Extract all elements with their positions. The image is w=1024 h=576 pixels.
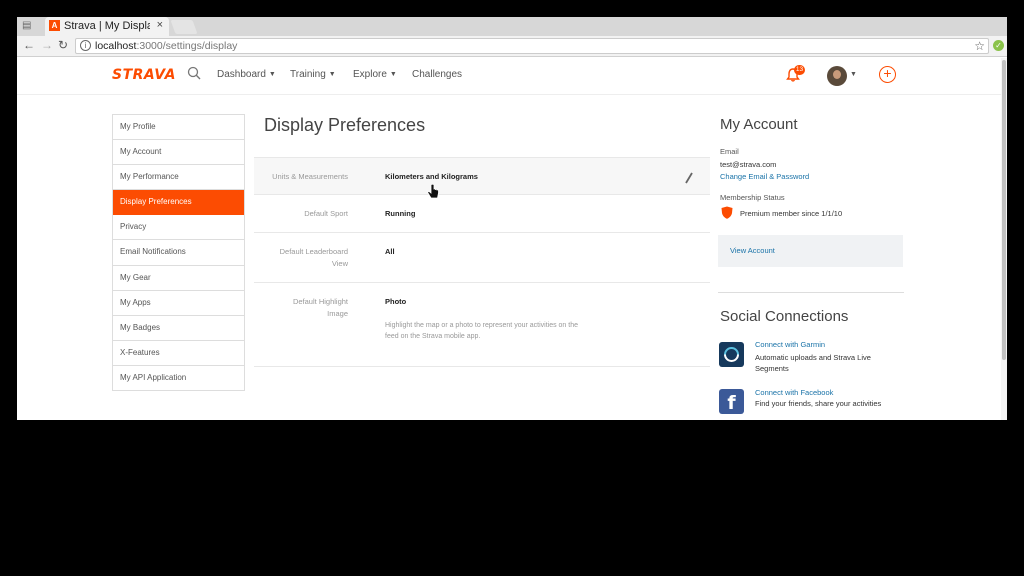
url-text: localhost:3000/settings/display	[95, 40, 237, 52]
scrollbar-thumb[interactable]	[1002, 60, 1006, 360]
change-email-password-link[interactable]: Change Email & Password	[720, 172, 809, 181]
facebook-description: Find your friends, share your activities	[755, 399, 882, 408]
garmin-logo-icon	[724, 347, 739, 362]
site-info-icon[interactable]: i	[80, 40, 91, 51]
settings-sidebar: My Profile My Account My Performance Dis…	[112, 114, 245, 392]
sidebar-item-display-preferences[interactable]: Display Preferences	[113, 190, 244, 216]
nav-training[interactable]: Training ▼	[290, 69, 336, 80]
chevron-down-icon: ▼	[389, 71, 397, 78]
tab-title: Strava | My Display	[64, 20, 150, 32]
pref-row-units[interactable]: Units & Measurements Kilometers and Kilo…	[254, 157, 710, 195]
sidebar-item-my-api-application[interactable]: My API Application	[113, 366, 244, 392]
nav-explore[interactable]: Explore ▼	[353, 69, 397, 80]
nav-explore-label: Explore	[353, 69, 387, 80]
garmin-description: Automatic uploads and Strava Live Segmen…	[755, 353, 871, 373]
email-label: Email	[720, 147, 739, 156]
url-host: localhost	[95, 40, 137, 52]
chevron-down-icon[interactable]: ▼	[850, 71, 857, 78]
forward-arrow-icon[interactable]: →	[41, 38, 53, 52]
sidebar-item-my-apps[interactable]: My Apps	[113, 291, 244, 316]
browser-profile-icon[interactable]: ▤	[22, 20, 34, 32]
nav-dashboard-label: Dashboard	[217, 69, 266, 80]
pref-row-leaderboard[interactable]: Default Leaderboard View All	[254, 233, 710, 283]
pref-label-highlight-image: Default Highlight Image	[292, 297, 348, 318]
email-value: test@strava.com	[720, 160, 777, 169]
sidebar-item-my-performance[interactable]: My Performance	[113, 165, 244, 191]
search-icon[interactable]	[187, 66, 201, 80]
garmin-icon	[719, 342, 744, 367]
pencil-edit-icon[interactable]	[684, 172, 694, 184]
notification-count-badge: 13	[794, 65, 805, 75]
pref-row-sport[interactable]: Default Sport Running	[254, 195, 710, 233]
back-arrow-icon[interactable]: ←	[23, 38, 35, 52]
membership-status-value: Premium member since 1/1/10	[740, 209, 843, 218]
new-tab-button[interactable]	[170, 20, 198, 34]
pref-value-units: Kilometers and Kilograms	[385, 172, 478, 181]
nav-dashboard[interactable]: Dashboard ▼	[217, 69, 276, 80]
section-divider	[718, 292, 904, 293]
strava-logo[interactable]: STRAVA	[112, 67, 176, 83]
sidebar-item-email-notifications[interactable]: Email Notifications	[113, 240, 244, 266]
sidebar-item-my-gear[interactable]: My Gear	[113, 266, 244, 291]
view-account-link[interactable]: View Account	[730, 246, 775, 255]
pref-label-units: Units & Measurements	[272, 172, 348, 181]
tab-strip: ▤ A Strava | My Display ×	[17, 17, 1007, 36]
pref-value-highlight-image: Photo	[385, 297, 407, 306]
membership-status-label: Membership Status	[720, 193, 785, 202]
hand-cursor-icon	[427, 184, 439, 199]
user-avatar[interactable]	[827, 66, 847, 86]
site-header: STRAVA Dashboard ▼ Training ▼ Explore ▼ Cha…	[17, 58, 1001, 95]
browser-window: ▤ A Strava | My Display × ← → ↻ i localh…	[17, 17, 1007, 420]
view-account-panel: View Account	[718, 235, 903, 267]
sidebar-item-privacy[interactable]: Privacy	[113, 215, 244, 241]
avatar-face	[833, 70, 841, 79]
reload-icon[interactable]: ↻	[58, 38, 68, 52]
page-scrollbar[interactable]	[1001, 58, 1007, 420]
nav-challenges[interactable]: Challenges	[412, 69, 462, 80]
social-connections-heading: Social Connections	[720, 308, 849, 325]
pref-label-sport: Default Sport	[304, 209, 348, 218]
browser-tab[interactable]: A Strava | My Display ×	[45, 17, 169, 36]
pref-label-leaderboard: Default Leaderboard View	[279, 247, 348, 268]
tab-close-icon[interactable]: ×	[157, 19, 163, 31]
chevron-down-icon: ▼	[268, 71, 276, 78]
sidebar-item-my-badges[interactable]: My Badges	[113, 316, 244, 341]
chevron-down-icon: ▼	[328, 71, 336, 78]
extension-icon[interactable]: ✓	[993, 40, 1004, 51]
pref-row-highlight-image[interactable]: Default Highlight Image Photo Highlight …	[254, 283, 710, 367]
pref-value-sport: Running	[385, 209, 416, 218]
my-account-heading: My Account	[720, 116, 798, 133]
sidebar-item-x-features[interactable]: X-Features	[113, 341, 244, 366]
connect-garmin-link[interactable]: Connect with Garmin	[755, 340, 825, 349]
pref-help-highlight-image: Highlight the map or a photo to represen…	[385, 322, 578, 340]
facebook-icon: f	[719, 389, 744, 414]
browser-toolbar: ← → ↻ i localhost:3000/settings/display …	[17, 36, 1007, 57]
sidebar-item-my-profile[interactable]: My Profile	[113, 115, 244, 141]
strava-favicon-icon: A	[49, 20, 60, 31]
connect-facebook-link[interactable]: Connect with Facebook	[755, 388, 833, 397]
pref-value-leaderboard: All	[385, 247, 395, 256]
sidebar-item-my-account[interactable]: My Account	[113, 140, 244, 166]
bookmark-star-icon[interactable]: ☆	[974, 39, 985, 53]
add-activity-button[interactable]: +	[879, 66, 896, 83]
address-bar[interactable]: i localhost:3000/settings/display ☆	[75, 38, 989, 54]
nav-training-label: Training	[290, 69, 326, 80]
page-title: Display Preferences	[264, 115, 426, 135]
url-path: :3000/settings/display	[136, 40, 238, 52]
premium-shield-icon	[721, 206, 733, 219]
